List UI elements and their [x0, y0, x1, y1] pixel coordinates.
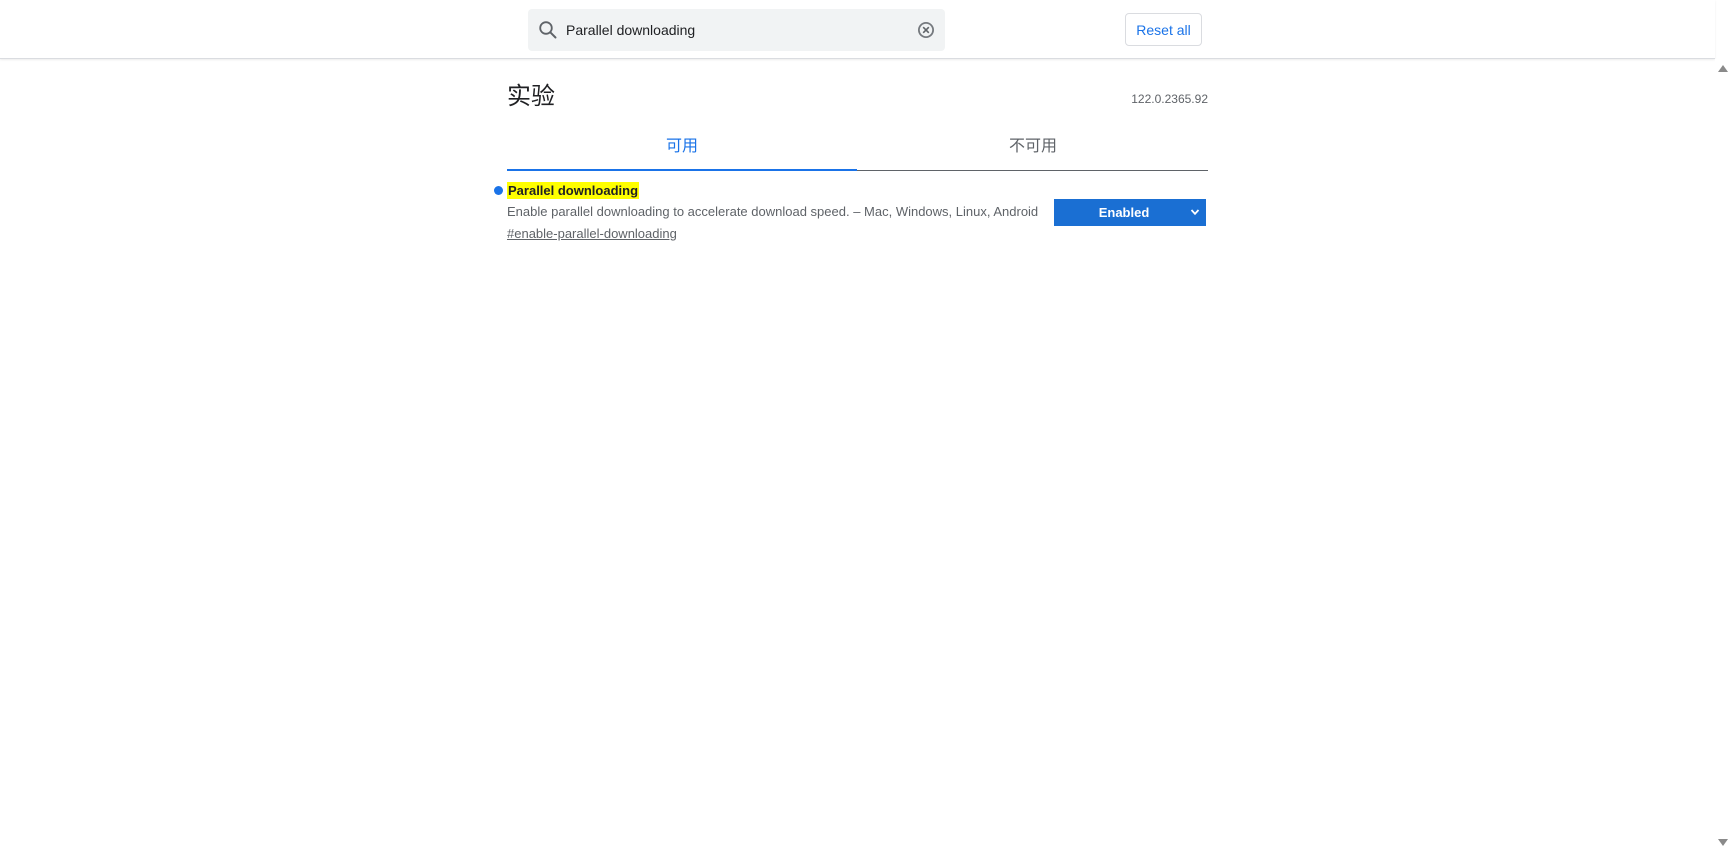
scroll-down-arrow-icon[interactable]	[1718, 839, 1728, 846]
experiment-state-select[interactable]: Enabled	[1054, 199, 1206, 226]
header-bar: Reset all	[0, 0, 1715, 59]
reset-all-button[interactable]: Reset all	[1125, 13, 1202, 46]
scrollbar[interactable]	[1715, 59, 1730, 854]
tab-unavailable[interactable]: 不可用	[858, 126, 1208, 170]
page-title: 实验	[507, 83, 555, 110]
search-box[interactable]	[528, 9, 945, 51]
tab-unavailable-label: 不可用	[1008, 138, 1057, 155]
search-icon	[539, 21, 557, 39]
scroll-up-arrow-icon[interactable]	[1718, 65, 1728, 72]
search-input[interactable]	[566, 9, 896, 51]
tab-available-label: 可用	[665, 138, 698, 155]
experiment-name: Parallel downloading	[507, 182, 640, 199]
close-circle-icon[interactable]	[917, 21, 935, 39]
tab-bar: 可用 不可用	[507, 126, 1208, 171]
version-label: 122.0.2365.92	[1131, 92, 1208, 106]
tab-selected-indicator	[507, 169, 857, 171]
flags-page: Reset all 实验 122.0.2365.92 可用 不可用 Parall…	[0, 0, 1730, 854]
experiment-permalink[interactable]: #enable-parallel-downloading	[507, 226, 677, 241]
state-select-value: Enabled	[1098, 205, 1150, 220]
experiment-description: Enable parallel downloading to accelerat…	[507, 204, 1039, 219]
experiment-row: Parallel downloading Enable parallel dow…	[494, 182, 1208, 246]
modified-indicator-dot	[494, 186, 503, 195]
chevron-down-icon	[1190, 209, 1200, 216]
tab-available[interactable]: 可用	[507, 126, 857, 171]
